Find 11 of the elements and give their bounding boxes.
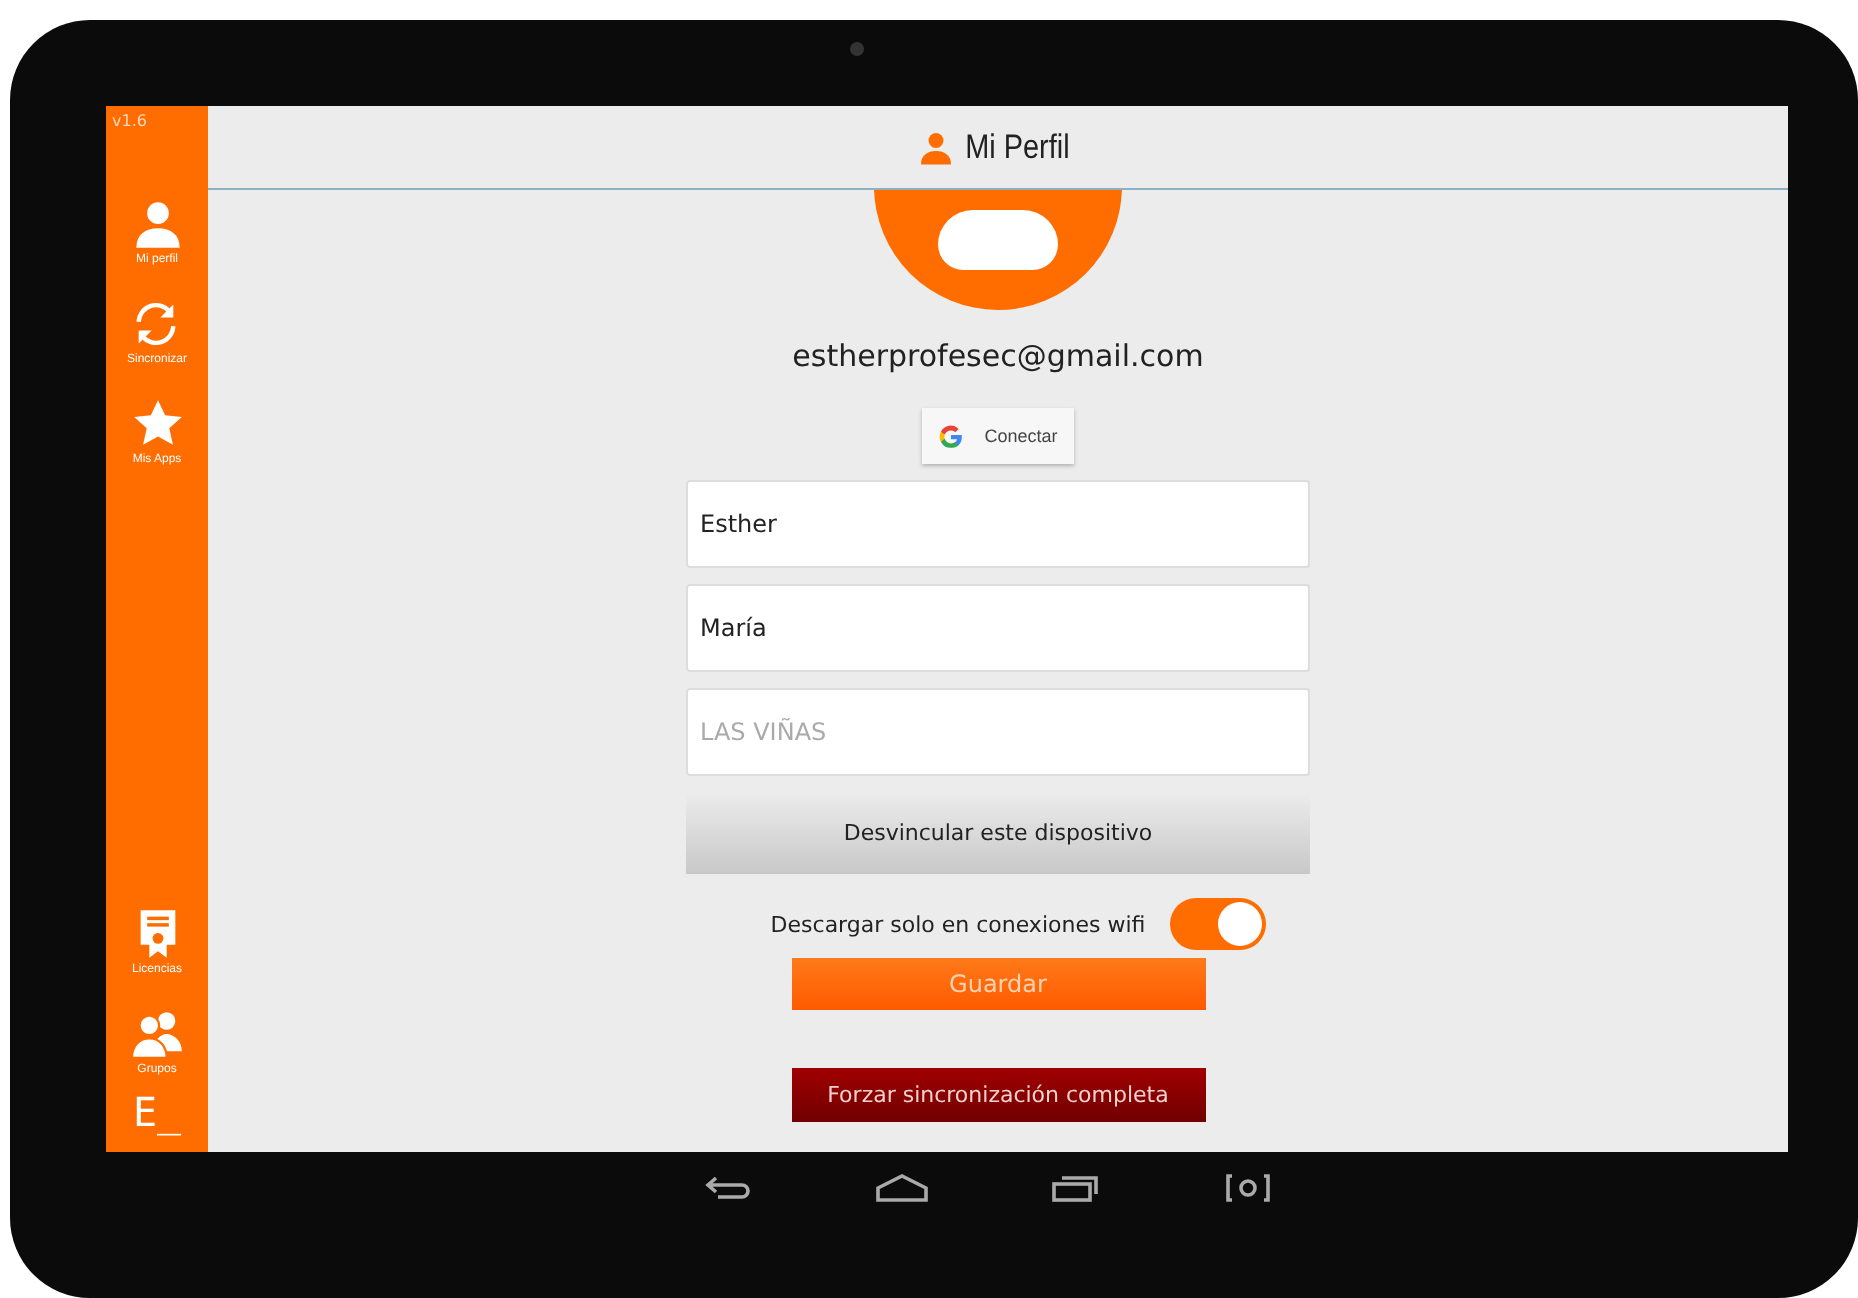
- text-field[interactable]: María: [686, 584, 1310, 672]
- text-field[interactable]: Esther: [686, 480, 1310, 568]
- version-label: v1.6: [110, 110, 147, 130]
- save-button[interactable]: Guardar: [791, 958, 1205, 1010]
- app-logo: E_: [132, 1092, 182, 1132]
- force-sync-button[interactable]: Forzar sincronización completa: [791, 1068, 1205, 1122]
- text-field[interactable]: LAS VIÑAS: [686, 688, 1310, 776]
- email-text: estherprofesec@gmail.com: [792, 338, 1204, 374]
- wifi-label: Descargar solo en conexiones wifi: [770, 911, 1146, 937]
- page-title: Mi Perfil: [964, 127, 1070, 167]
- connect-button[interactable]: Conectar: [922, 408, 1074, 464]
